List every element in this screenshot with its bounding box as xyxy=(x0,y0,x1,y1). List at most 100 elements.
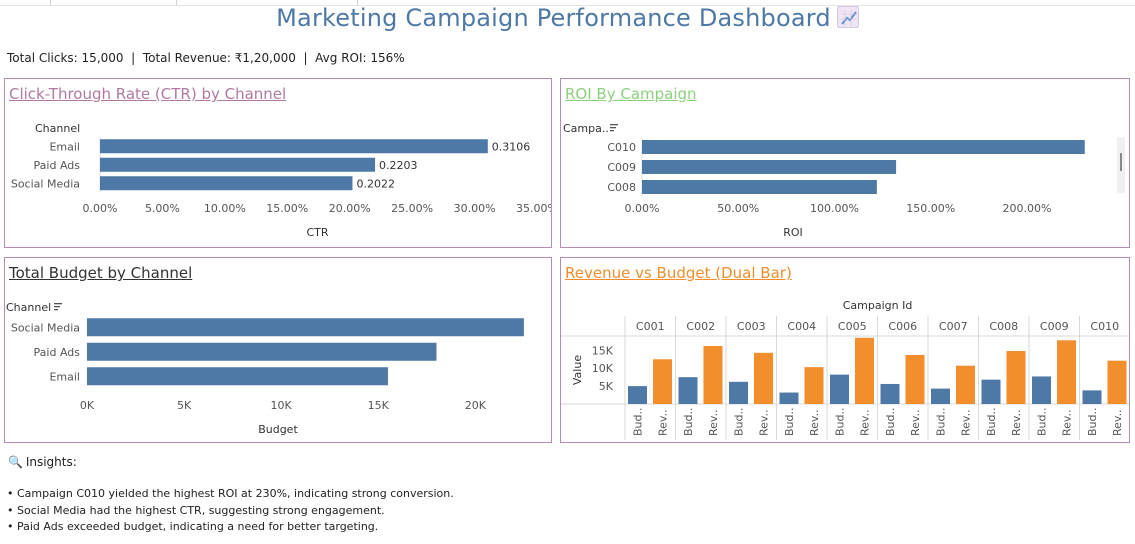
sub-label: Bud.. xyxy=(1036,408,1049,437)
bar xyxy=(830,374,849,404)
sub-label: Rev.. xyxy=(1010,409,1023,436)
insight-item: • Campaign C010 yielded the highest ROI … xyxy=(7,487,454,500)
column-label: C010 xyxy=(1090,320,1119,333)
data-label: 0.3106 xyxy=(492,140,531,153)
summary-kpis: Total Clicks: 15,000 | Total Revenue: ₹1… xyxy=(7,51,405,65)
bar xyxy=(880,383,900,404)
x-axis-label: Budget xyxy=(258,423,298,436)
dashboard-title: Marketing Campaign Performance Dashboard xyxy=(0,4,1135,32)
dashboard-title-text: Marketing Campaign Performance Dashboard xyxy=(276,4,831,32)
tick-label: 15K xyxy=(592,344,614,357)
bar xyxy=(100,176,353,191)
bar xyxy=(678,377,698,404)
roi-chart[interactable]: Campa.. C010 C009 C008 0.00% 50.00% 100.00% 150… xyxy=(561,79,1129,247)
column-label: C004 xyxy=(787,320,816,333)
tick-label: 150.00% xyxy=(906,202,955,215)
tick-label: 0.00% xyxy=(83,202,118,215)
tick-label: 0K xyxy=(80,399,95,412)
insights-heading: 🔍 Insights: xyxy=(8,455,77,469)
x-axis-label: CTR xyxy=(306,226,328,239)
bar xyxy=(855,337,874,404)
sub-label: Bud.. xyxy=(632,408,645,437)
bar xyxy=(1107,360,1127,404)
sub-label: Bud.. xyxy=(1086,408,1099,437)
scrollbar-thumb xyxy=(1120,153,1122,171)
tick-label: 200.00% xyxy=(1003,202,1052,215)
sub-label: Rev.. xyxy=(960,409,973,436)
tick-label: 50.00% xyxy=(717,202,759,215)
sub-label: Bud.. xyxy=(985,408,998,437)
column-label: C002 xyxy=(686,320,715,333)
sub-label: Rev.. xyxy=(859,409,872,436)
sub-label: Rev.. xyxy=(1061,409,1074,436)
insights-heading-text: Insights: xyxy=(25,455,77,469)
data-label: 0.2203 xyxy=(379,159,418,172)
sub-label: Rev.. xyxy=(758,409,771,436)
insight-item: • Paid Ads exceeded budget, indicating a… xyxy=(7,520,379,533)
sub-label: Rev.. xyxy=(657,409,670,436)
chart-increasing-icon xyxy=(836,6,859,28)
category-label: Email xyxy=(49,140,80,153)
column-label: C008 xyxy=(989,320,1018,333)
category-header: Channel xyxy=(6,301,51,314)
bar xyxy=(100,139,488,154)
column-label: C001 xyxy=(636,320,665,333)
ctr-chart[interactable]: Channel Email 0.3106 Paid Ads 0.2203 Social M… xyxy=(5,79,551,247)
sub-label: Bud.. xyxy=(935,408,948,437)
sort-icon xyxy=(610,124,618,132)
column-label: C007 xyxy=(939,320,968,333)
bar xyxy=(754,352,773,404)
sub-label: Rev.. xyxy=(707,409,720,436)
bar xyxy=(1032,376,1051,404)
bar xyxy=(779,392,799,404)
tick-label: 15.00% xyxy=(266,202,308,215)
sub-label: Bud.. xyxy=(884,408,897,437)
bar xyxy=(981,379,1001,404)
bar xyxy=(729,381,748,404)
tick-label: 25.00% xyxy=(391,202,433,215)
ctr-panel[interactable]: Click-Through Rate (CTR) by Channel Chan… xyxy=(4,78,552,248)
category-header: Channel xyxy=(35,122,80,135)
column-header: Campaign Id xyxy=(843,299,913,312)
bar xyxy=(653,359,672,404)
bar xyxy=(1006,351,1026,404)
category-label: Email xyxy=(49,370,80,383)
tick-label: 0.00% xyxy=(625,202,660,215)
tick-label: 20.00% xyxy=(329,202,371,215)
tick-label: 10K xyxy=(592,362,614,375)
bar xyxy=(804,367,824,404)
column-label: C006 xyxy=(888,320,917,333)
budget-panel[interactable]: Total Budget by Channel Channel Social Me… xyxy=(4,257,552,443)
column-label: C003 xyxy=(737,320,766,333)
bar xyxy=(1057,340,1076,404)
sub-label: Rev.. xyxy=(1111,409,1124,436)
revenue-budget-panel[interactable]: Revenue vs Budget (Dual Bar) Campaign Id… xyxy=(560,257,1130,443)
bar xyxy=(642,180,877,194)
bar xyxy=(1082,390,1102,404)
revenue-budget-chart[interactable]: Campaign Id C001 Bud.. Rev.. C002 Bud.. Rev.. C… xyxy=(561,258,1129,442)
magnifier-icon: 🔍 xyxy=(8,455,23,469)
category-label: C008 xyxy=(607,181,636,194)
budget-chart[interactable]: Channel Social Media Paid Ads Email 0K 5K 10K 1… xyxy=(5,258,551,442)
tick-label: 30.00% xyxy=(454,202,496,215)
bar xyxy=(87,367,388,386)
tick-label: 5K xyxy=(177,399,192,412)
x-axis-label: ROI xyxy=(783,226,803,239)
sub-label: Rev.. xyxy=(909,409,922,436)
tick-label: 10.00% xyxy=(204,202,246,215)
bar xyxy=(100,157,376,172)
bar xyxy=(87,318,524,337)
data-label: 0.2022 xyxy=(356,177,395,190)
tick-label: 35.00% xyxy=(516,202,551,215)
category-label: Paid Ads xyxy=(34,159,81,172)
sub-label: Rev.. xyxy=(808,409,821,436)
bar xyxy=(642,140,1085,154)
sub-label: Bud.. xyxy=(733,408,746,437)
bar xyxy=(931,388,950,404)
sub-label: Bud.. xyxy=(783,408,796,437)
roi-panel[interactable]: ROI By Campaign Campa.. C010 C009 C008 0.00%… xyxy=(560,78,1130,248)
sub-label: Bud.. xyxy=(682,408,695,437)
tick-label: 20K xyxy=(465,399,487,412)
sub-label: Bud.. xyxy=(834,408,847,437)
bar xyxy=(87,342,437,361)
